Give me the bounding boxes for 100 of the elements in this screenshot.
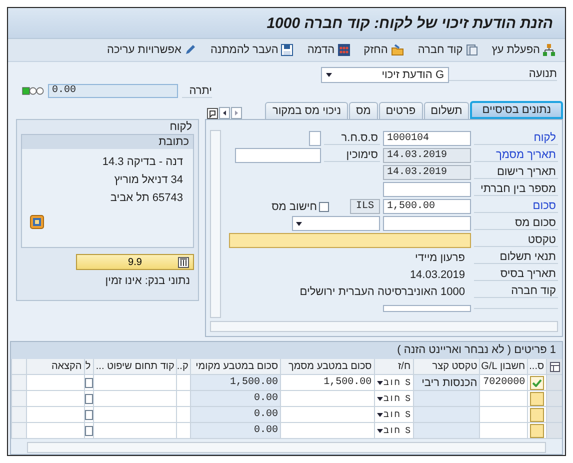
field-label: סכום מס xyxy=(474,217,558,230)
dropdown-field[interactable] xyxy=(292,216,380,231)
debit-credit-dropdown[interactable]: S חוב xyxy=(374,375,413,391)
debit-credit-dropdown[interactable]: S חוב xyxy=(374,407,413,423)
checkmark-icon xyxy=(532,378,542,386)
column-header[interactable]: ק.. xyxy=(176,359,190,375)
row-selector[interactable] xyxy=(546,407,562,423)
field-label: מספר בין חברתי xyxy=(474,183,558,196)
checkbox[interactable] xyxy=(319,202,329,212)
column-header[interactable]: טקסט קצר xyxy=(412,359,480,375)
row-selector[interactable] xyxy=(546,423,562,439)
row-selector[interactable] xyxy=(11,423,26,439)
dropdown-arrow-icon xyxy=(326,72,332,76)
document-icon xyxy=(466,44,478,56)
toolbar-button[interactable]: אפשרויות עריכה xyxy=(105,43,198,57)
row-selector[interactable] xyxy=(546,391,562,407)
table-title: 1 פריטים ( לא נבחר ואריינט הזנה ) xyxy=(11,342,562,359)
table-cell: 0.00 xyxy=(190,423,280,439)
row-selector[interactable] xyxy=(11,359,26,375)
toolbar-button[interactable]: קוד חברה xyxy=(416,43,480,57)
field-value: 1000 האוניברסיטה העברית ירושלים xyxy=(298,286,466,298)
horizontal-scrollbar[interactable] xyxy=(210,321,558,332)
vertical-scrollbar[interactable] xyxy=(210,130,221,318)
tab[interactable]: מס xyxy=(349,102,378,119)
section-title: כתובת xyxy=(22,135,193,149)
traffic-light-icon xyxy=(22,87,44,95)
scroll-left-icon[interactable] xyxy=(219,107,230,119)
panel-title: לקוח xyxy=(168,120,193,134)
date-field: 14.03.2019 xyxy=(383,165,471,180)
table-settings-icon[interactable] xyxy=(550,362,560,372)
table-cell xyxy=(176,423,190,439)
table-cell xyxy=(412,391,480,407)
toolbar-button[interactable]: החזק xyxy=(362,43,406,57)
table-cell: 0.00 xyxy=(190,407,280,423)
currency-field: ILS xyxy=(350,199,380,214)
date-field: 14.03.2019 xyxy=(383,148,471,163)
column-header[interactable]: סכום במטבע מסמך xyxy=(280,359,374,375)
hierarchy-icon xyxy=(543,44,555,56)
toolbar-button[interactable]: העבר להמתנה xyxy=(208,43,296,57)
field-label: קוד חברה xyxy=(474,285,558,298)
column-header[interactable]: קוד תחום שיפוט ... xyxy=(92,359,176,375)
checkbox[interactable] xyxy=(84,378,93,388)
input-field[interactable]: 1000104 xyxy=(383,131,471,146)
field-label: תאריך רישום xyxy=(474,166,558,179)
tab-list-icon[interactable] xyxy=(207,108,218,119)
table-cell xyxy=(412,423,480,439)
table-cell: 1,500.00 xyxy=(280,375,374,391)
grid-icon xyxy=(338,44,350,56)
toolbar-button[interactable]: הפעלת עץ xyxy=(490,43,557,57)
checkbox[interactable] xyxy=(84,394,93,404)
input-field[interactable]: 1,500.00 xyxy=(383,199,471,214)
row-selector[interactable] xyxy=(11,407,26,423)
address-line: 65743 תל אביב xyxy=(109,191,184,206)
input-field[interactable] xyxy=(383,216,471,231)
tab[interactable]: נתונים בסיסיים xyxy=(470,101,563,119)
address-line: דנה - בדיקה 14.3 xyxy=(101,155,184,170)
field-label[interactable]: לקוח xyxy=(474,132,558,145)
table-cell xyxy=(176,391,190,407)
tab[interactable]: תשלום xyxy=(424,102,470,119)
tab[interactable]: ניכוי מס במקור xyxy=(265,102,348,119)
table-cell xyxy=(412,407,480,423)
row-selector[interactable] xyxy=(11,375,26,391)
row-selector[interactable] xyxy=(11,391,26,407)
input-field[interactable] xyxy=(309,131,321,146)
table-cell xyxy=(176,375,190,391)
debit-credit-dropdown[interactable]: S חוב xyxy=(374,423,413,439)
contact-card-icon[interactable] xyxy=(30,215,44,229)
toolbar-button[interactable]: הדמה xyxy=(305,43,352,57)
field-label: תאריך בסיס xyxy=(474,268,558,281)
column-header[interactable]: סכום במטבע מקומי xyxy=(190,359,280,375)
debit-credit-dropdown[interactable]: S חוב xyxy=(374,391,413,407)
field-label: ס.ס.ח.ר xyxy=(324,132,380,145)
field-value: 14.03.2019 xyxy=(408,268,466,280)
transaction-dropdown[interactable]: G הודעת זיכוי xyxy=(321,66,449,82)
checkbox[interactable] xyxy=(84,426,93,436)
table-cell: 0.00 xyxy=(190,391,280,407)
field-label[interactable]: סכום xyxy=(474,200,558,213)
tab[interactable]: פרטים xyxy=(378,102,423,119)
input-field[interactable] xyxy=(383,182,471,197)
input-field[interactable] xyxy=(235,148,321,163)
field-value: פרעון מיידי xyxy=(414,252,466,264)
text-input-field[interactable] xyxy=(229,233,471,248)
balance-field: 0.00 xyxy=(48,84,178,98)
column-header[interactable]: חשבון G/L xyxy=(479,359,528,375)
input-field[interactable] xyxy=(383,305,471,312)
column-header[interactable]: הקצאה xyxy=(26,359,84,375)
balance-label: יתרה xyxy=(182,84,212,98)
table-cell: הכנסות ריבי xyxy=(412,375,480,391)
column-header[interactable]: ס... xyxy=(527,359,546,375)
checkbox-label: חישוב מס xyxy=(272,200,317,212)
grid-icon xyxy=(178,257,189,268)
column-header[interactable]: ח/ז xyxy=(374,359,413,375)
horizontal-scrollbar[interactable] xyxy=(27,442,546,453)
save-icon xyxy=(281,44,294,56)
folder-icon xyxy=(390,44,404,56)
checkbox[interactable] xyxy=(84,410,93,420)
bank-button[interactable]: 9.9 xyxy=(76,254,194,270)
table-cell xyxy=(176,407,190,423)
field-label[interactable]: תאריך מסמך xyxy=(474,149,558,162)
field-label: תנאי תשלום xyxy=(474,251,558,264)
